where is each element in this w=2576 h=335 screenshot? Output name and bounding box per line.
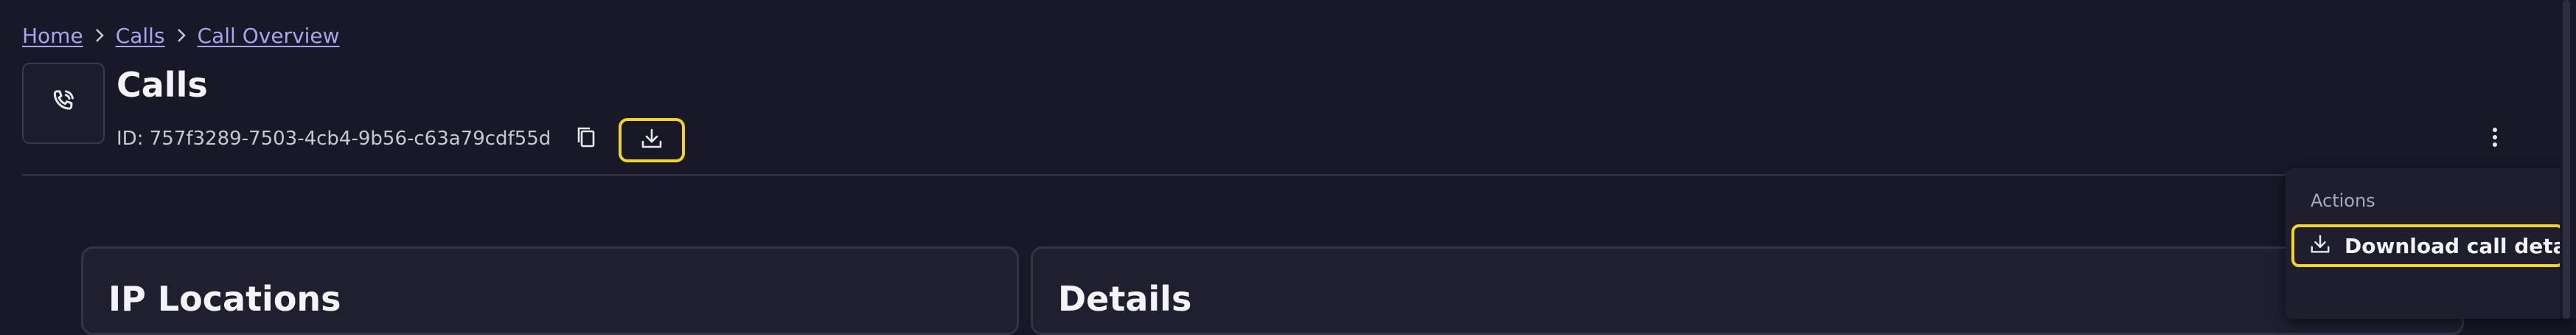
more-actions-button[interactable] <box>2479 121 2511 156</box>
chevron-right-icon <box>83 27 116 44</box>
download-icon <box>2309 233 2331 258</box>
phone-call-icon <box>49 87 78 120</box>
page-title: Calls <box>116 65 208 105</box>
download-icon <box>640 127 664 153</box>
breadcrumb-call-overview-link[interactable]: Call Overview <box>198 24 340 48</box>
download-call-details-menu-item[interactable]: Download call details <box>2291 224 2576 267</box>
header-divider <box>22 174 2293 176</box>
more-vertical-icon <box>2491 126 2499 151</box>
copy-id-button[interactable] <box>568 121 605 156</box>
copy-icon <box>575 125 597 152</box>
download-button[interactable] <box>619 118 685 162</box>
details-title: Details <box>1058 279 1192 319</box>
ip-locations-title: IP Locations <box>108 279 341 319</box>
page-icon-tile <box>22 63 105 144</box>
chevron-right-icon <box>165 27 198 44</box>
scrollbar-thumb[interactable] <box>2563 0 2570 319</box>
call-id-text: ID: 757f3289-7503-4cb4-9b56-c63a79cdf55d <box>116 128 551 150</box>
breadcrumb-home-link[interactable]: Home <box>22 24 83 48</box>
breadcrumb: Home Calls Call Overview <box>22 21 340 50</box>
download-call-details-label: Download call details <box>2344 233 2576 258</box>
ip-locations-card: IP Locations <box>81 246 1019 335</box>
breadcrumb-calls-link[interactable]: Calls <box>116 24 165 48</box>
details-card: Details <box>1031 246 2464 335</box>
actions-dropdown-menu: Actions Download call details <box>2286 168 2576 319</box>
actions-menu-header: Actions <box>2311 190 2375 211</box>
